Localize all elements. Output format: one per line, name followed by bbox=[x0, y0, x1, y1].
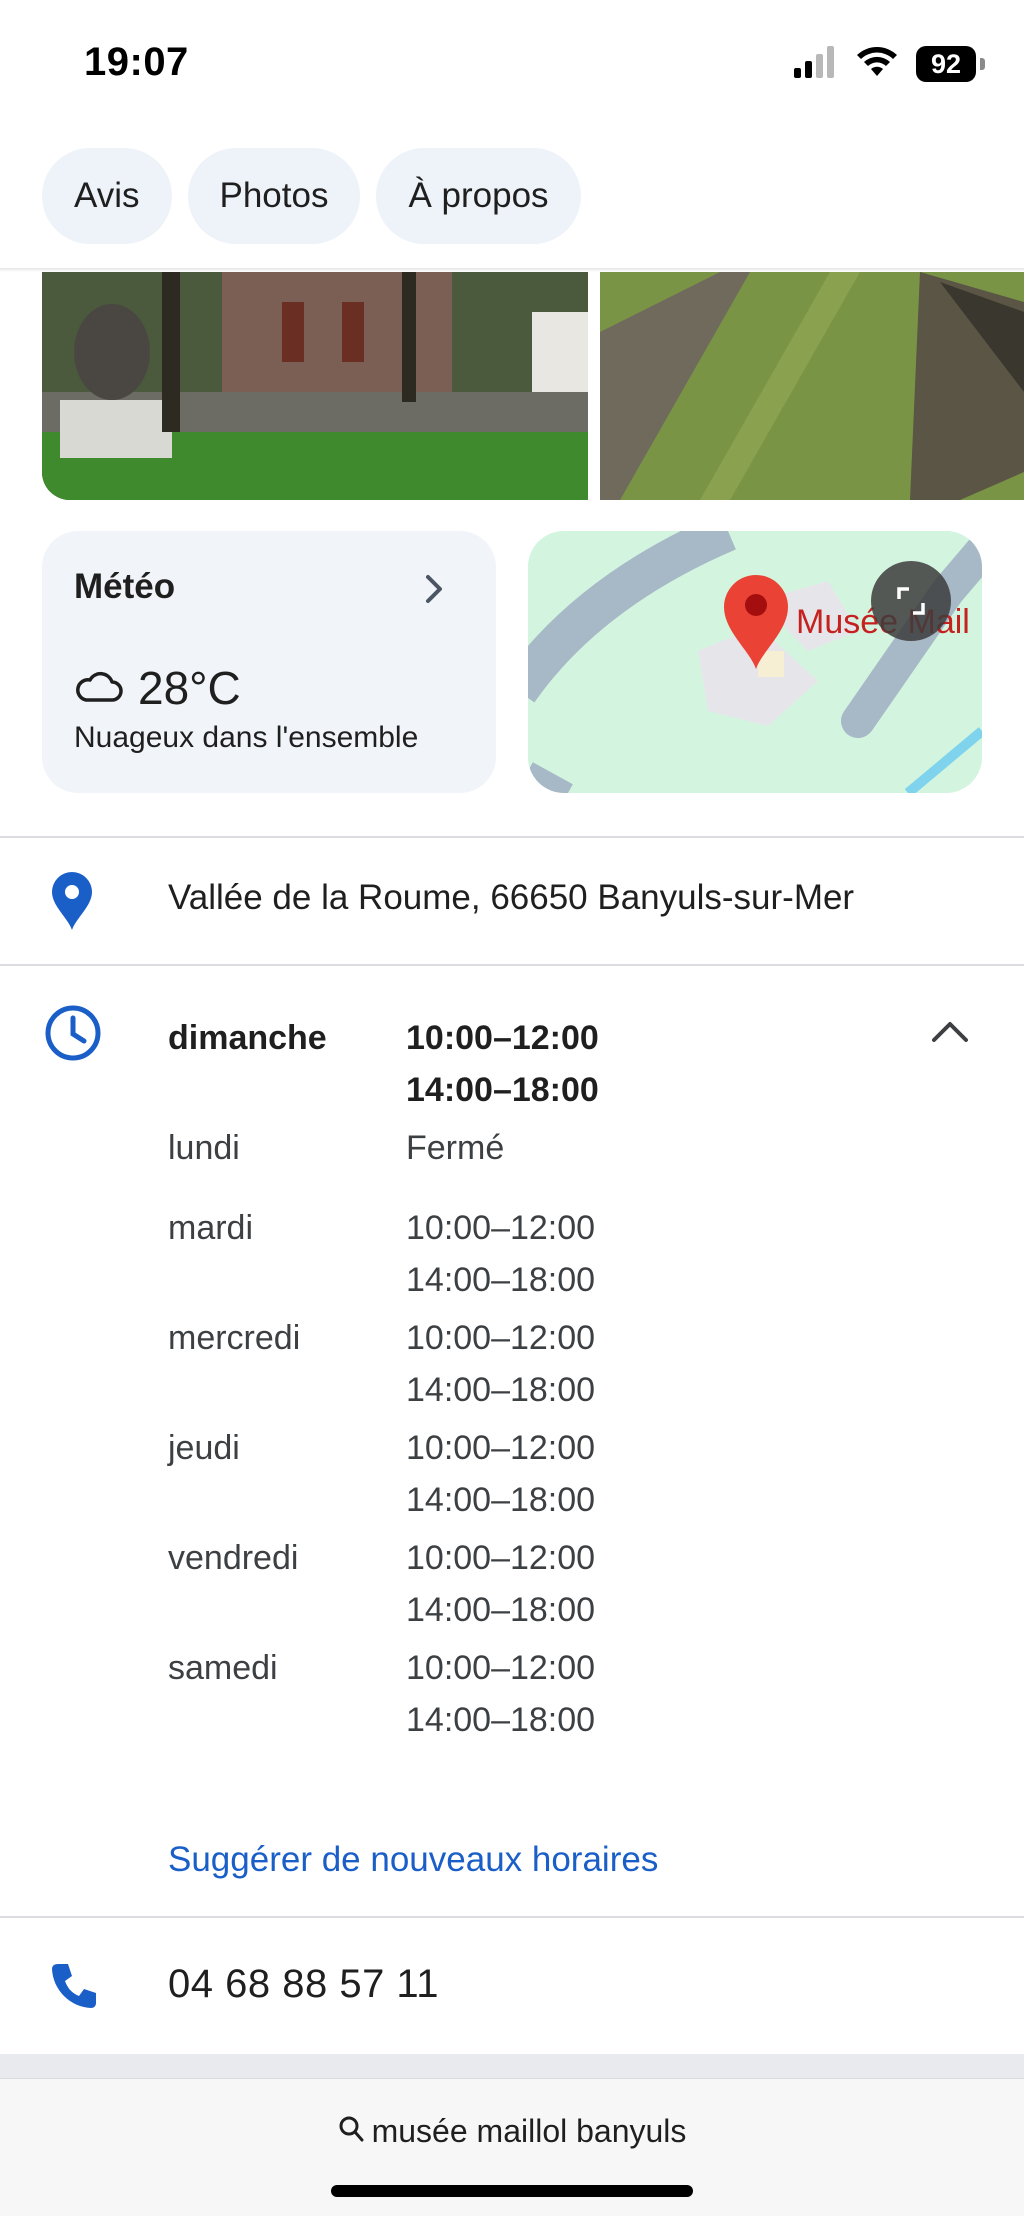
day-hours: 10:00–12:00 14:00–18:00 bbox=[406, 1012, 599, 1122]
weather-temp-row: 28°C bbox=[74, 661, 241, 715]
section-separator bbox=[0, 2054, 1024, 2078]
day-hours: 10:00–12:00 14:00–18:00 bbox=[406, 1202, 595, 1312]
hours-range: 10:00–12:00 bbox=[406, 1019, 599, 1057]
search-query-button[interactable]: musée maillol banyuls bbox=[0, 2113, 1024, 2150]
hours-range: 14:00–18:00 bbox=[406, 1591, 596, 1629]
search-query-text: musée maillol banyuls bbox=[371, 2113, 687, 2149]
battery-icon: 92 bbox=[916, 46, 985, 82]
divider bbox=[0, 964, 1024, 966]
hours-range: 14:00–18:00 bbox=[406, 1371, 596, 1409]
hours-row-jeudi: jeudi 10:00–12:00 14:00–18:00 bbox=[168, 1422, 668, 1532]
hours-range: 14:00–18:00 bbox=[406, 1481, 596, 1519]
weather-description: Nuageux dans l'ensemble bbox=[74, 721, 419, 754]
status-time: 19:07 bbox=[84, 40, 189, 84]
cloud-icon bbox=[74, 668, 124, 709]
day-name: samedi bbox=[168, 1649, 278, 1687]
cellular-signal-icon bbox=[794, 45, 838, 83]
weather-card[interactable]: Météo 28°C Nuageux dans l'ensemble bbox=[42, 531, 496, 793]
day-name: dimanche bbox=[168, 1019, 327, 1057]
home-indicator bbox=[331, 2185, 693, 2197]
tab-a-propos[interactable]: À propos bbox=[376, 148, 581, 244]
clock-icon bbox=[44, 1004, 102, 1067]
hours-row-lundi: lundi Fermé bbox=[168, 1122, 668, 1202]
chevron-up-icon[interactable] bbox=[928, 1012, 972, 1057]
weather-title: Météo bbox=[74, 567, 176, 606]
phone-number: 04 68 88 57 11 bbox=[168, 1962, 439, 2006]
bottom-search-bar: musée maillol banyuls bbox=[0, 2078, 1024, 2216]
location-pin-icon bbox=[720, 571, 792, 676]
hours-row-vendredi: vendredi 10:00–12:00 14:00–18:00 bbox=[168, 1532, 668, 1642]
hours-range: 10:00–12:00 bbox=[406, 1649, 596, 1687]
hours-row-mardi: mardi 10:00–12:00 14:00–18:00 bbox=[168, 1202, 668, 1312]
hours-row-mercredi: mercredi 10:00–12:00 14:00–18:00 bbox=[168, 1312, 668, 1422]
hours-row-samedi: samedi 10:00–12:00 14:00–18:00 bbox=[168, 1642, 668, 1752]
hours-row-dimanche: dimanche 10:00–12:00 14:00–18:00 bbox=[168, 1012, 668, 1122]
hours-range: 10:00–12:00 bbox=[406, 1209, 596, 1247]
tab-avis[interactable]: Avis bbox=[42, 148, 172, 244]
suggest-hours-link[interactable]: Suggérer de nouveaux horaires bbox=[168, 1840, 658, 1880]
hours-range: 10:00–12:00 bbox=[406, 1319, 596, 1357]
hours-range: 10:00–12:00 bbox=[406, 1429, 596, 1467]
hours-range: 14:00–18:00 bbox=[406, 1071, 599, 1109]
day-name: mercredi bbox=[168, 1319, 301, 1357]
map-preview[interactable]: Musée Mail bbox=[528, 531, 982, 793]
search-icon bbox=[338, 2115, 364, 2148]
hours-range: 14:00–18:00 bbox=[406, 1701, 596, 1739]
day-name: vendredi bbox=[168, 1539, 299, 1577]
day-hours: 10:00–12:00 14:00–18:00 bbox=[406, 1422, 595, 1532]
photo-garden-terrace[interactable] bbox=[600, 272, 1024, 500]
day-hours: 10:00–12:00 14:00–18:00 bbox=[406, 1532, 595, 1642]
day-name: jeudi bbox=[168, 1429, 240, 1467]
wifi-icon bbox=[856, 46, 898, 83]
expand-icon[interactable] bbox=[871, 561, 951, 641]
address-text: Vallée de la Roume, 66650 Banyuls-sur-Me… bbox=[168, 878, 855, 917]
weather-temperature: 28°C bbox=[138, 662, 241, 714]
day-hours: 10:00–12:00 14:00–18:00 bbox=[406, 1312, 595, 1422]
location-pin-icon bbox=[48, 872, 96, 937]
hours-range: 14:00–18:00 bbox=[406, 1261, 596, 1299]
day-hours: 10:00–12:00 14:00–18:00 bbox=[406, 1642, 595, 1752]
status-icons: 92 bbox=[794, 44, 985, 84]
status-bar: 19:07 92 bbox=[0, 0, 1024, 130]
photo-museum-garden[interactable] bbox=[42, 272, 588, 500]
hours-range: 10:00–12:00 bbox=[406, 1539, 596, 1577]
phone-icon bbox=[48, 1960, 100, 2017]
day-name: mardi bbox=[168, 1209, 254, 1247]
tab-bar: Avis Photos À propos bbox=[42, 148, 581, 244]
day-name: lundi bbox=[168, 1129, 240, 1167]
tab-photos[interactable]: Photos bbox=[187, 148, 361, 244]
phone-row[interactable]: 04 68 88 57 11 bbox=[0, 1918, 1024, 2054]
opening-hours[interactable]: dimanche 10:00–12:00 14:00–18:00 lundi F… bbox=[168, 1012, 668, 1752]
address-row[interactable]: Vallée de la Roume, 66650 Banyuls-sur-Me… bbox=[0, 838, 1024, 966]
day-hours: Fermé bbox=[406, 1122, 504, 1202]
hours-range: Fermé bbox=[406, 1129, 505, 1167]
chevron-right-icon bbox=[420, 571, 448, 612]
